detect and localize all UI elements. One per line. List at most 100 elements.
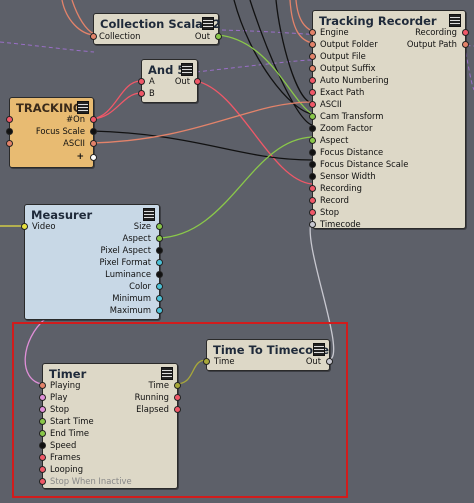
port-connector[interactable] (309, 125, 316, 132)
port-connector[interactable] (309, 101, 316, 108)
port-label-a: A (149, 76, 155, 86)
port-connector[interactable] (156, 235, 163, 242)
port-connector[interactable] (39, 466, 46, 473)
node-menu-icon[interactable] (449, 14, 461, 27)
port-out[interactable] (194, 78, 201, 85)
port-a-in[interactable] (138, 78, 145, 85)
port-out[interactable] (215, 33, 222, 40)
port-connector[interactable] (309, 53, 316, 60)
node-measurer[interactable]: Measurer Video Size Aspect Pixel Aspect Pix… (21, 204, 163, 320)
port-connector[interactable] (156, 247, 163, 254)
node-menu-icon[interactable] (77, 101, 89, 114)
port-focus-scale-out[interactable] (90, 128, 97, 135)
port-label-output-path: Output Path (406, 39, 457, 49)
port-label: Aspect (320, 135, 349, 145)
node-menu-icon[interactable] (313, 343, 325, 356)
port-label: Luminance (105, 269, 151, 279)
port-label: Output Suffix (320, 63, 376, 73)
wire-red (91, 80, 141, 120)
port-connector[interactable] (39, 442, 46, 449)
node-and5[interactable]: And 5 A B Out (138, 59, 201, 103)
port-label-time: Time (214, 356, 235, 366)
port-time-out[interactable] (174, 382, 181, 389)
node-title: TRACKING (16, 101, 83, 115)
port-connector[interactable] (156, 295, 163, 302)
port-recording-out[interactable] (462, 29, 469, 36)
node-tracking-recorder[interactable]: Tracking Recorder Engine Output Folder Out… (309, 10, 469, 229)
port-label-focus-scale: Focus Scale (35, 126, 85, 136)
port-connector[interactable] (309, 113, 316, 120)
node-tracking[interactable]: TRACKING #On Focus Scale ASCII + (6, 97, 97, 168)
port-connector[interactable] (156, 307, 163, 314)
port-ascii-left[interactable] (6, 140, 13, 147)
node-collection-scalar[interactable]: Collection Scalar 2 Collection Out (90, 13, 222, 45)
port-connector[interactable] (156, 271, 163, 278)
port-ascii-out[interactable] (90, 140, 97, 147)
port-collection-in[interactable] (90, 33, 97, 40)
node-menu-icon[interactable] (143, 208, 155, 221)
node-menu-icon[interactable] (181, 63, 193, 76)
port-connector[interactable] (309, 185, 316, 192)
port-running-out[interactable] (174, 394, 181, 401)
port-label-on: #On (66, 114, 85, 124)
port-b-in[interactable] (138, 90, 145, 97)
port-connector[interactable] (309, 77, 316, 84)
port-connector[interactable] (309, 89, 316, 96)
port-label: ASCII (320, 99, 342, 109)
port-label: Pixel Format (99, 257, 151, 267)
port-video-in[interactable] (21, 223, 28, 230)
wire-orange (91, 101, 313, 144)
port-label: Aspect (122, 233, 151, 243)
port-connector[interactable] (39, 454, 46, 461)
port-connector[interactable] (309, 197, 316, 204)
port-output-path-out[interactable] (462, 41, 469, 48)
port-label: Timecode (320, 219, 361, 229)
wire-red (195, 80, 313, 185)
wire-black (91, 130, 313, 161)
port-connector[interactable] (309, 161, 316, 168)
port-label: Sensor Width (320, 171, 376, 181)
wire-orange (61, 0, 95, 36)
port-connector[interactable] (39, 382, 46, 389)
add-port-button[interactable]: + (76, 152, 84, 162)
port-label: Playing (50, 380, 81, 390)
node-menu-icon[interactable] (202, 17, 214, 30)
port-connector[interactable] (309, 173, 316, 180)
port-connector[interactable] (156, 223, 163, 230)
port-label: Output File (320, 51, 366, 61)
port-connector[interactable] (309, 29, 316, 36)
port-connector[interactable] (39, 478, 46, 485)
port-label-out: Out (305, 356, 321, 366)
node-title: Measurer (31, 208, 93, 222)
port-connector[interactable] (156, 259, 163, 266)
port-on-left[interactable] (6, 116, 13, 123)
port-connector[interactable] (309, 149, 316, 156)
port-label: Frames (50, 452, 81, 462)
port-connector[interactable] (39, 394, 46, 401)
port-connector[interactable] (156, 283, 163, 290)
port-label-b: B (149, 88, 155, 98)
port-out[interactable] (326, 358, 333, 365)
port-connector[interactable] (39, 418, 46, 425)
port-connector[interactable] (39, 406, 46, 413)
port-label: Zoom Factor (320, 123, 373, 133)
port-label: Size (133, 221, 151, 231)
port-add-out[interactable] (90, 154, 97, 161)
port-label-time: Time (148, 380, 170, 390)
node-timer[interactable]: Timer Playing Play Stop Start Time End Time S… (39, 363, 181, 489)
port-connector[interactable] (309, 65, 316, 72)
node-time-to-timecode[interactable]: Time To Timecode Time Out (203, 339, 333, 371)
port-label-out: Out (174, 76, 190, 86)
port-time-in[interactable] (203, 358, 210, 365)
port-connector[interactable] (309, 221, 316, 228)
port-connector[interactable] (309, 137, 316, 144)
port-connector[interactable] (309, 209, 316, 216)
port-elapsed-out[interactable] (174, 406, 181, 413)
port-on-out[interactable] (90, 116, 97, 123)
port-label: Looping (50, 464, 84, 474)
port-connector[interactable] (309, 41, 316, 48)
node-title: Timer (49, 367, 87, 381)
port-connector[interactable] (39, 430, 46, 437)
node-menu-icon[interactable] (161, 367, 173, 380)
port-focus-scale-left[interactable] (6, 128, 13, 135)
